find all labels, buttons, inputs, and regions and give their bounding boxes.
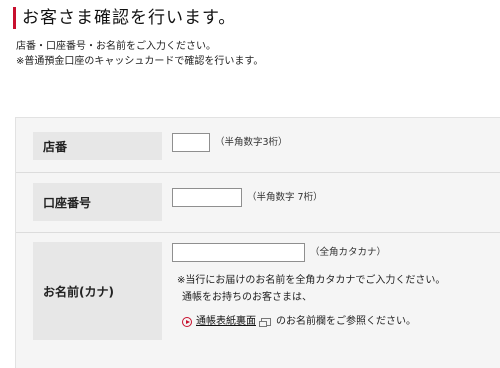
- branch-number-input[interactable]: [172, 133, 210, 152]
- passbook-note: 通帳をお持ちのお客さまは、: [182, 292, 312, 303]
- passbook-cover-link[interactable]: 通帳表紙裏面: [196, 315, 256, 329]
- passbook-reference-text: のお名前欄をご参照ください。: [276, 316, 416, 327]
- name-kana-label-text: お名前(カナ): [43, 284, 114, 299]
- account-number-input[interactable]: [172, 188, 242, 207]
- intro-text: 店番・口座番号・お名前をご入力ください。: [16, 41, 216, 52]
- account-number-label-text: 口座番号: [43, 195, 92, 210]
- branch-number-label-text: 店番: [43, 139, 68, 154]
- name-kana-note: ※当行にお届けのお名前を全角カタカナでご入力ください。: [177, 275, 446, 286]
- page-title: お客さま確認を行います。: [22, 8, 237, 28]
- intro-note: ※普通預金口座のキャッシュカードで確認を行います。: [16, 56, 264, 67]
- heading-accent-bar: [13, 7, 16, 29]
- name-kana-hint: （全角カタカナ）: [310, 247, 387, 258]
- name-kana-input[interactable]: [172, 243, 305, 262]
- branch-number-label: 店番: [33, 132, 162, 160]
- branch-number-hint: （半角数字3桁）: [215, 137, 288, 148]
- account-number-hint: （半角数字 7桁）: [247, 192, 323, 203]
- row-divider: [16, 172, 500, 173]
- new-window-icon: [259, 318, 271, 327]
- name-kana-label: お名前(カナ): [33, 242, 162, 340]
- account-number-label: 口座番号: [33, 183, 162, 221]
- passbook-reference-line: 通帳表紙裏面 のお名前欄をご参照ください。: [182, 315, 416, 329]
- arrow-right-icon: [182, 317, 192, 327]
- row-divider: [16, 232, 500, 233]
